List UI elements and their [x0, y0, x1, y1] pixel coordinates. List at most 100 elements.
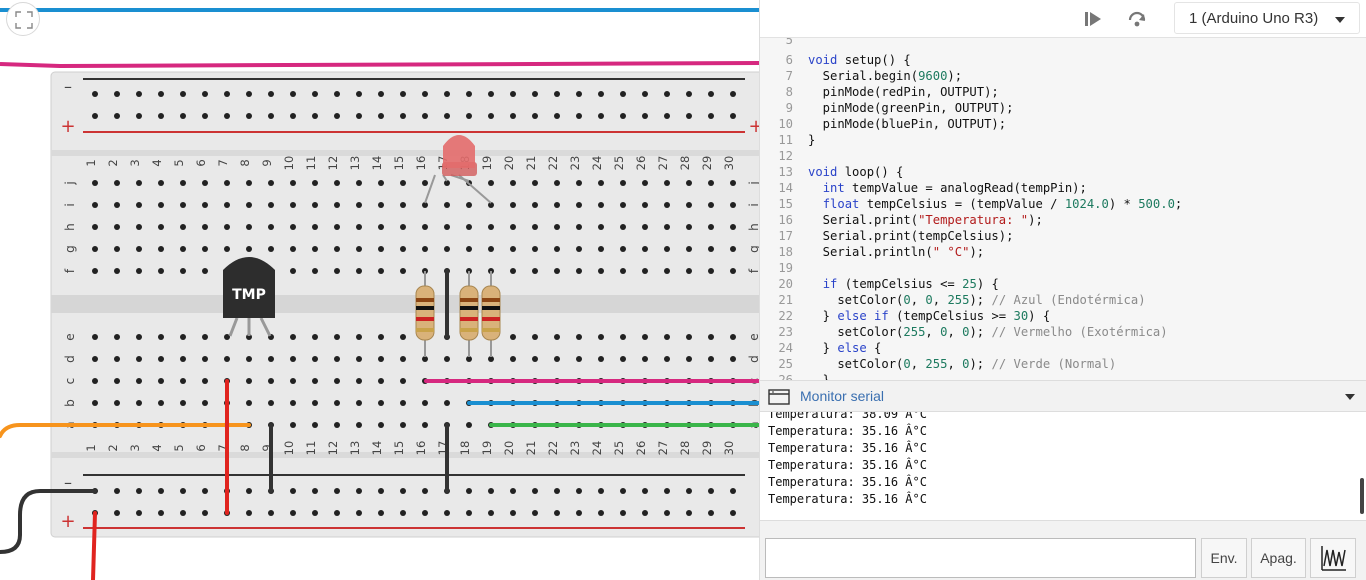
hole — [378, 422, 384, 428]
rail-hole — [92, 91, 98, 97]
column-number: 8 — [238, 444, 252, 451]
device-selector[interactable]: 1 (Arduino Uno R3) — [1174, 2, 1360, 34]
hole — [532, 356, 538, 362]
serial-output-line: Temperatura: 35.16 Â°C — [768, 475, 927, 489]
serial-output[interactable]: Temperatura: 38.09 Â°C Temperatura: 35.16… — [760, 412, 1366, 518]
resistor-band — [482, 298, 500, 302]
rail-hole — [356, 488, 362, 494]
rail-hole — [444, 113, 450, 119]
row-letter: d — [63, 355, 77, 363]
line-number: 20 — [778, 277, 793, 291]
line-number: 12 — [778, 149, 793, 163]
hole — [268, 400, 274, 406]
hole — [664, 268, 670, 274]
rail-hole — [730, 510, 736, 516]
rail-hole — [224, 113, 230, 119]
hole — [312, 422, 318, 428]
hole — [268, 246, 274, 252]
rail-hole — [466, 510, 472, 516]
column-number: 27 — [656, 156, 670, 171]
rail-hole — [422, 488, 428, 494]
hole — [730, 202, 736, 208]
hole — [686, 224, 692, 230]
line-number: 16 — [778, 213, 793, 227]
hole — [92, 224, 98, 230]
code-line: 22 } else if (tempCelsius >= 30) { — [760, 308, 1360, 324]
hole — [92, 180, 98, 186]
send-button[interactable]: Env. — [1201, 538, 1247, 578]
clear-button[interactable]: Apag. — [1251, 538, 1306, 578]
rail-hole — [290, 91, 296, 97]
hole — [202, 334, 208, 340]
hole — [576, 356, 582, 362]
hole — [708, 334, 714, 340]
hole — [466, 224, 472, 230]
hole — [114, 356, 120, 362]
rail-hole — [180, 488, 186, 494]
fullscreen-button[interactable] — [6, 2, 40, 36]
rail-hole — [466, 113, 472, 119]
hole — [136, 378, 142, 384]
code-text: float tempCelsius = (tempValue / 1024.0)… — [822, 197, 1183, 211]
hole — [290, 224, 296, 230]
breadboard-svg[interactable]: –+–++12345678910111213141516171819202122… — [0, 0, 759, 580]
hole — [180, 378, 186, 384]
rail-divider — [51, 150, 759, 156]
hole — [136, 334, 142, 340]
line-number: 14 — [778, 181, 793, 195]
rail-hole — [686, 488, 692, 494]
serial-monitor-header[interactable]: Monitor serial — [760, 380, 1366, 412]
hole — [356, 202, 362, 208]
rail-hole — [444, 91, 450, 97]
hole — [356, 422, 362, 428]
line-number: 8 — [785, 85, 793, 99]
column-number: 15 — [392, 441, 406, 456]
rail-hole — [378, 488, 384, 494]
scrollbar[interactable] — [1360, 478, 1364, 514]
hole — [708, 356, 714, 362]
hole — [92, 268, 98, 274]
line-number: 9 — [785, 101, 793, 115]
hole — [180, 246, 186, 252]
rail-hole — [290, 113, 296, 119]
hole — [334, 356, 340, 362]
code-editor[interactable]: 5 6 void setup() {7 Serial.begin(9600); 8 … — [760, 38, 1366, 380]
rail-hole — [708, 488, 714, 494]
hole — [290, 202, 296, 208]
rail-hole — [136, 510, 142, 516]
rail-hole — [598, 113, 604, 119]
hole — [158, 378, 164, 384]
rail-hole — [114, 488, 120, 494]
code-toolbar: 1 (Arduino Uno R3) — [760, 0, 1366, 38]
resistor-band — [460, 306, 478, 310]
circuit-canvas[interactable]: –+–++12345678910111213141516171819202122… — [0, 0, 759, 580]
step-forward-icon[interactable] — [1082, 8, 1104, 30]
hole — [312, 356, 318, 362]
hole — [378, 224, 384, 230]
hole — [620, 202, 626, 208]
hole — [378, 356, 384, 362]
hole — [554, 224, 560, 230]
column-number: 9 — [260, 159, 274, 166]
rail-hole — [576, 488, 582, 494]
rail-hole — [268, 113, 274, 119]
step-over-icon[interactable] — [1126, 8, 1148, 30]
chevron-down-icon[interactable] — [1345, 394, 1355, 400]
hole — [290, 180, 296, 186]
hole — [400, 378, 406, 384]
hole — [224, 180, 230, 186]
hole — [312, 268, 318, 274]
rail-hole — [378, 113, 384, 119]
rail-hole — [554, 113, 560, 119]
hole — [114, 378, 120, 384]
hole — [378, 180, 384, 186]
hole — [180, 224, 186, 230]
code-text: Serial.print("Temperatura: "); — [808, 213, 1043, 227]
serial-input[interactable] — [765, 538, 1196, 578]
row-letter: j — [63, 181, 77, 185]
graph-button[interactable] — [1310, 538, 1356, 578]
rail-minus-label: – — [64, 77, 72, 96]
hole — [576, 180, 582, 186]
rail-hole — [246, 488, 252, 494]
hole — [444, 400, 450, 406]
